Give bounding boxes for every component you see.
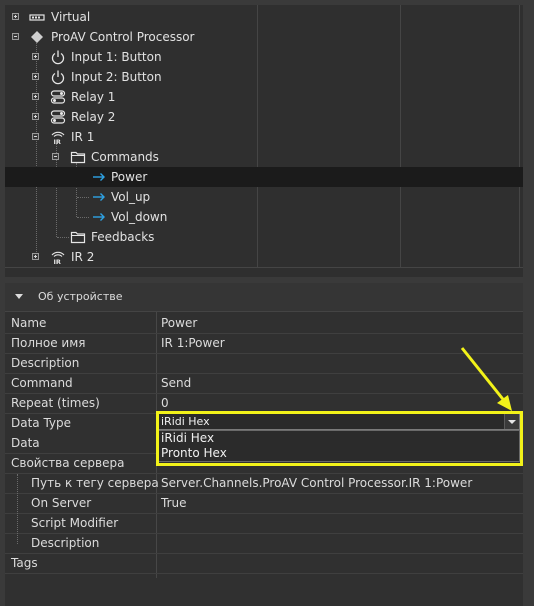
folder-icon [70, 151, 86, 164]
property-value[interactable]: IR 1:Power [161, 333, 225, 353]
command-arrow-icon [93, 213, 105, 221]
power-button-icon [51, 50, 65, 65]
property-value[interactable]: Power [161, 313, 197, 333]
row-divider [5, 553, 523, 554]
tree-item-vol-down[interactable]: Vol_down [5, 207, 523, 227]
properties-panel: Об устройстве Name Power Полное имя IR 1… [5, 283, 523, 606]
expand-icon[interactable] [32, 93, 39, 100]
tree-item-label: Virtual [51, 10, 91, 24]
expand-icon[interactable] [32, 113, 39, 120]
property-key: Script Modifier [31, 516, 119, 530]
tree-item-label: Relay 2 [71, 110, 116, 124]
relay-icon [50, 110, 66, 124]
row-divider [5, 573, 523, 574]
section-title: Об устройстве [38, 290, 123, 303]
virtual-device-icon [29, 14, 45, 21]
tree-item-label: IR 2 [71, 250, 95, 264]
property-value[interactable]: Send [161, 373, 191, 393]
property-key: Свойства сервера [11, 456, 125, 470]
annotation-highlight-box [156, 411, 523, 466]
tree-item-power[interactable]: Power [5, 167, 523, 187]
tree-bottom-border [5, 267, 523, 268]
property-key: Name [11, 316, 47, 330]
properties-section-header[interactable]: Об устройстве [5, 283, 523, 312]
device-diamond-icon [31, 31, 43, 43]
collapse-icon[interactable] [12, 33, 19, 40]
property-value[interactable]: True [161, 493, 187, 513]
tree-item-ir-1[interactable]: IR IR 1 [5, 127, 523, 147]
tree-item-label: Input 1: Button [71, 50, 162, 64]
tree-item-input-1[interactable]: Input 1: Button [5, 47, 523, 67]
tree-item-ir-2[interactable]: IR IR 2 [5, 247, 523, 267]
expand-icon[interactable] [32, 53, 39, 60]
property-key: Data [11, 436, 40, 450]
tree-item-proav-control-processor[interactable]: ProAV Control Processor [5, 27, 523, 47]
property-value[interactable]: 0 [161, 393, 169, 413]
tree-item-label: ProAV Control Processor [51, 30, 195, 44]
property-key: Description [11, 356, 80, 370]
tree-item-virtual[interactable]: Virtual [5, 7, 523, 27]
collapse-icon[interactable] [32, 133, 39, 140]
tree-item-label: Input 2: Button [71, 70, 162, 84]
property-key: On Server [31, 496, 92, 510]
tree-item-commands[interactable]: Commands [5, 147, 523, 167]
tree-item-label: Vol_up [111, 190, 151, 204]
power-button-icon [51, 70, 65, 85]
tree-item-label: Vol_down [111, 210, 168, 224]
property-key: Путь к тегу сервера [31, 476, 159, 490]
command-arrow-icon [93, 173, 105, 181]
tree-item-label: Feedbacks [91, 230, 155, 244]
tree-item-vol-up[interactable]: Vol_up [5, 187, 523, 207]
tree-item-input-2[interactable]: Input 2: Button [5, 67, 523, 87]
svg-text:IR: IR [54, 258, 61, 265]
command-arrow-icon [93, 193, 105, 201]
row-divider [5, 353, 523, 354]
project-tree[interactable]: Virtual ProAV Control Processor Input 1:… [5, 5, 523, 277]
tree-item-label: Relay 1 [71, 90, 116, 104]
tree-item-feedbacks[interactable]: Feedbacks [5, 227, 523, 247]
property-key: Command [11, 376, 73, 390]
row-divider [5, 373, 523, 374]
tree-item-label: Commands [91, 150, 159, 164]
tree-item-relay-2[interactable]: Relay 2 [5, 107, 523, 127]
folder-icon [70, 231, 86, 244]
tree-connector [17, 474, 18, 544]
ir-icon: IR [51, 251, 65, 265]
collapse-icon[interactable] [52, 153, 59, 160]
property-key: Tags [11, 556, 38, 570]
tree-item-label: Power [111, 170, 148, 184]
chevron-down-icon[interactable] [15, 294, 23, 300]
property-key: Description [31, 536, 100, 550]
tree-item-relay-1[interactable]: Relay 1 [5, 87, 523, 107]
property-key: Data Type [11, 416, 72, 430]
expand-icon[interactable] [12, 13, 19, 20]
svg-text:IR: IR [54, 138, 61, 145]
relay-icon [50, 90, 66, 104]
expand-icon[interactable] [32, 73, 39, 80]
property-value[interactable]: Server.Channels.ProAV Control Processor.… [161, 473, 472, 493]
property-key: Repeat (times) [11, 396, 100, 410]
property-key: Полное имя [11, 336, 86, 350]
ir-icon: IR [51, 131, 65, 145]
tree-item-label: IR 1 [71, 130, 95, 144]
expand-icon[interactable] [32, 253, 39, 260]
